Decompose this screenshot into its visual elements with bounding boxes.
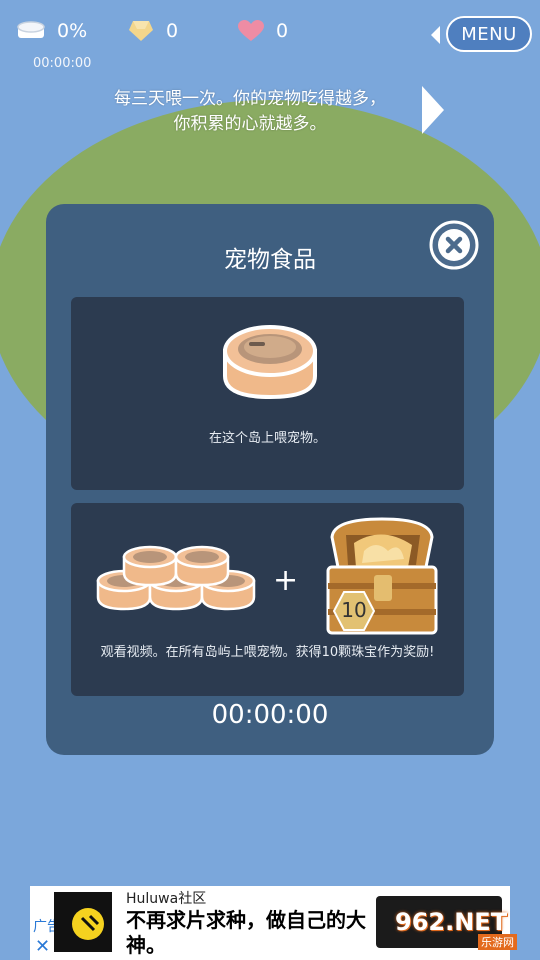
watermark-sub: 乐游网 [478, 934, 517, 950]
ad-headline: 不再求片求种，做自己的大神。 [126, 908, 366, 957]
panel-timer: 00:00:00 [211, 700, 329, 730]
heart-icon [238, 20, 264, 41]
plus-sign: + [273, 563, 299, 598]
gem-counter: 0 [128, 20, 178, 42]
close-icon[interactable] [429, 220, 479, 270]
feeding-tip: 每三天喂一次。你的宠物吃得越多， 你积累的心就越多。 [80, 87, 420, 137]
ad-close-icon[interactable]: ✕ [35, 936, 50, 957]
tip-line-2: 你积累的心就越多。 [173, 114, 327, 134]
progress-value: 0% [57, 20, 88, 42]
ad-logo [54, 892, 112, 952]
watch-video-option[interactable]: + 10 观看视频。在所有岛屿上喂宠物。获得10颗珠宝作为奖励! [71, 503, 464, 696]
feed-this-island-option[interactable]: 在这个岛上喂宠物。 [71, 297, 464, 490]
menu-button[interactable]: MENU [446, 16, 532, 52]
chevron-right-icon[interactable] [420, 84, 446, 136]
session-timer: 00:00:00 [33, 56, 92, 71]
tin-can-icon [223, 325, 317, 400]
heart-counter: 0 [238, 20, 288, 42]
pet-food-panel: 宠物食品 在这个岛上喂宠物。 + 10 观看视频。在所有岛屿上喂宠物。获得10颗… [46, 204, 494, 755]
watch-video-text: 观看视频。在所有岛屿上喂宠物。获得10颗珠宝作为奖励! [100, 645, 435, 660]
feed-this-island-text: 在这个岛上喂宠物。 [208, 431, 326, 446]
gem-icon [129, 21, 153, 41]
ad-logo-icon [72, 908, 104, 940]
chest-badge-count: 10 [341, 598, 367, 622]
gem-count: 0 [166, 20, 179, 42]
progress-counter: 0% [17, 20, 87, 42]
tin-cans-stack-icon [96, 545, 256, 611]
heart-count: 0 [276, 20, 289, 42]
watermark-logo: 962.NET [395, 908, 508, 936]
ad-brand: Huluwa社区 [126, 891, 207, 907]
menu-arrow-icon [431, 26, 440, 44]
tin-can-icon [17, 21, 45, 38]
tip-line-1: 每三天喂一次。你的宠物吃得越多， [114, 89, 386, 109]
panel-title: 宠物食品 [224, 247, 316, 273]
